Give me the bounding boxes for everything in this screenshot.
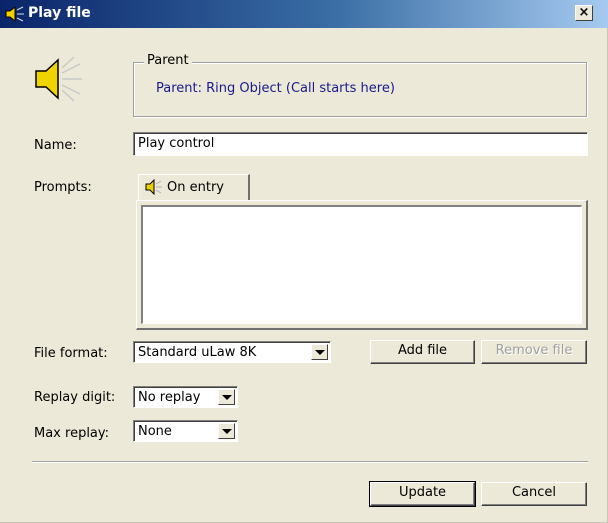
chevron-down-icon[interactable] <box>218 389 235 405</box>
file-format-value: Standard uLaw 8K <box>138 345 257 360</box>
parent-groupbox: Parent Parent: Ring Object (Call starts … <box>133 53 587 117</box>
speaker-icon <box>4 5 26 23</box>
replay-digit-value: No replay <box>138 390 201 405</box>
add-file-button[interactable]: Add file <box>370 340 475 364</box>
separator <box>32 461 588 463</box>
max-replay-select[interactable]: None <box>133 420 238 442</box>
prompts-list[interactable] <box>141 205 582 324</box>
prompts-panel <box>136 200 588 330</box>
name-input[interactable]: Play control <box>133 132 588 156</box>
remove-file-button[interactable]: Remove file <box>481 340 587 364</box>
speaker-icon <box>145 178 163 196</box>
title-bar[interactable]: Play file × <box>0 0 608 28</box>
window-title: Play file <box>28 5 91 21</box>
replay-digit-select[interactable]: No replay <box>133 386 238 408</box>
play-file-dialog: Play file × Parent Parent: Ring Object (… <box>0 0 608 523</box>
update-button[interactable]: Update <box>369 481 476 507</box>
tab-label: On entry <box>167 180 224 195</box>
parent-text: Parent: Ring Object (Call starts here) <box>156 81 395 96</box>
max-replay-label: Max replay: <box>34 426 110 441</box>
tab-on-entry[interactable]: On entry <box>138 174 250 201</box>
replay-digit-label: Replay digit: <box>34 390 116 405</box>
name-label: Name: <box>34 138 77 153</box>
max-replay-value: None <box>138 424 172 439</box>
parent-group-label: Parent <box>144 53 192 68</box>
file-format-label: File format: <box>34 346 108 361</box>
file-format-select[interactable]: Standard uLaw 8K <box>133 341 331 363</box>
prompts-label: Prompts: <box>34 180 92 195</box>
chevron-down-icon[interactable] <box>311 344 328 360</box>
speaker-icon <box>32 54 88 104</box>
cancel-button[interactable]: Cancel <box>481 482 587 506</box>
close-button[interactable]: × <box>575 5 593 21</box>
chevron-down-icon[interactable] <box>218 423 235 439</box>
